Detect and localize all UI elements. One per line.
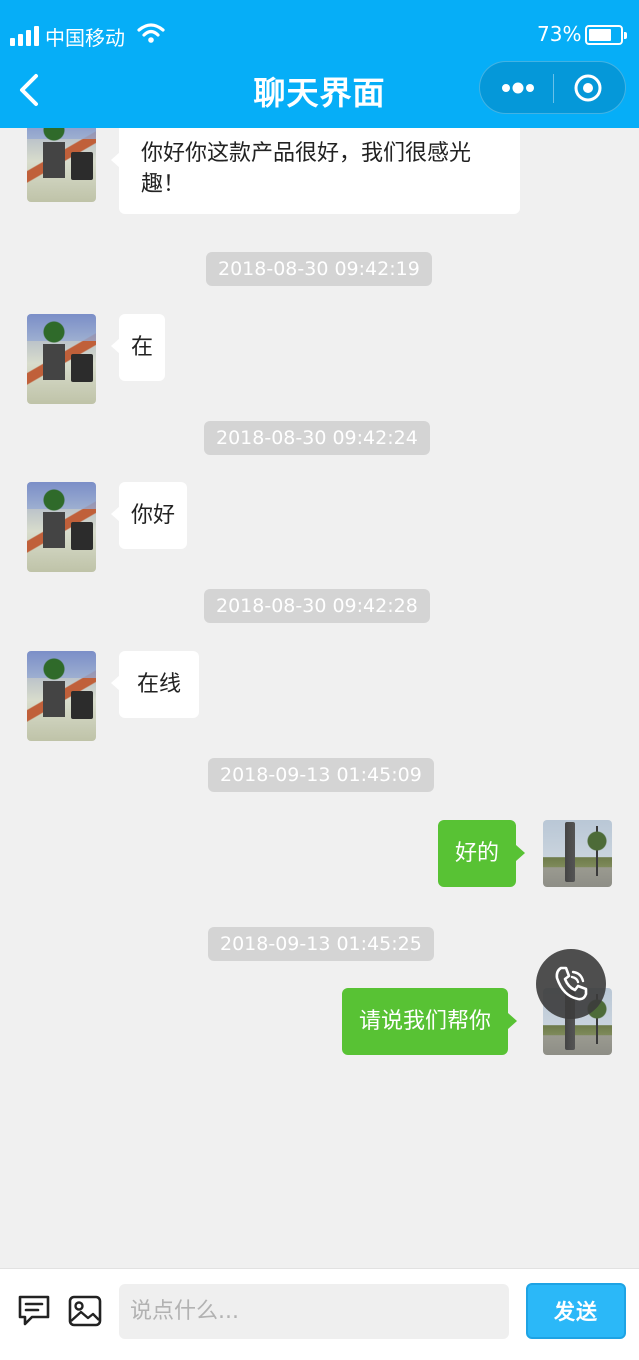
outgoing-message-bubble: 好的	[438, 820, 526, 887]
image-icon[interactable]	[67, 1293, 103, 1329]
header-bar: 中国移动 73% 聊天界面	[0, 0, 639, 128]
incoming-message-bubble: 你好你这款产品很好，我们很感光趣！	[111, 128, 520, 214]
status-bar: 中国移动 73%	[0, 0, 639, 60]
input-toolbar: 发送	[0, 1268, 639, 1360]
message-timestamp: 2018-09-13 01:45:09	[208, 758, 434, 792]
incoming-message-bubble: 你好	[110, 482, 188, 549]
message-timestamp: 2018-08-30 09:42:24	[204, 421, 430, 455]
contact-avatar[interactable]	[27, 651, 96, 741]
contact-avatar[interactable]	[27, 482, 96, 572]
user-avatar[interactable]	[543, 820, 612, 887]
chat-message-list[interactable]: 你好你这款产品很好，我们很感光趣！ 2018-08-30 09:42:19 在 …	[0, 128, 639, 1268]
carrier-name: 中国移动	[45, 26, 125, 50]
battery-icon	[585, 25, 627, 45]
outgoing-message-bubble: 请说我们帮你	[342, 988, 518, 1055]
contact-avatar[interactable]	[27, 128, 96, 202]
capsule-divider	[553, 74, 554, 103]
wifi-icon	[137, 23, 165, 43]
incoming-message-bubble: 在	[110, 314, 166, 381]
signal-icon	[10, 26, 39, 46]
message-timestamp: 2018-08-30 09:42:28	[204, 589, 430, 623]
message-timestamp: 2018-08-30 09:42:19	[206, 252, 432, 286]
message-icon[interactable]	[16, 1293, 52, 1329]
message-input[interactable]	[119, 1284, 509, 1339]
incoming-message-bubble: 在线	[110, 651, 200, 718]
contact-avatar[interactable]	[27, 314, 96, 404]
phone-icon	[555, 966, 588, 1001]
call-button[interactable]	[536, 949, 606, 1019]
send-button[interactable]: 发送	[526, 1283, 626, 1339]
more-dots-icon[interactable]	[500, 78, 536, 98]
battery-percent: 73%	[537, 22, 582, 46]
message-timestamp: 2018-09-13 01:45:25	[208, 927, 434, 961]
mini-program-capsule	[479, 61, 626, 114]
target-circle-icon[interactable]	[573, 73, 603, 103]
